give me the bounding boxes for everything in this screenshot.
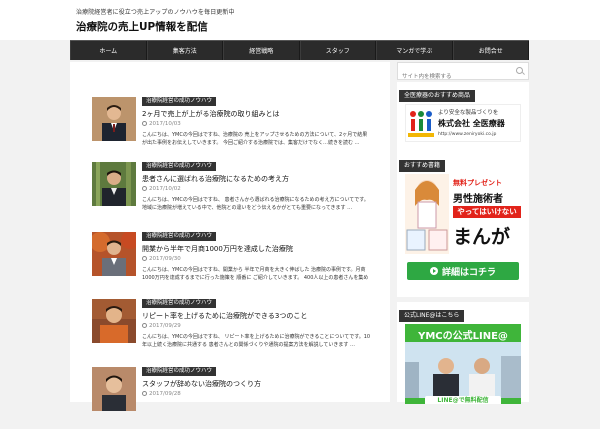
clock-icon [142, 121, 147, 126]
post-thumbnail[interactable] [92, 97, 136, 141]
clock-icon [142, 186, 147, 191]
nav-item-home[interactable]: ホーム [70, 41, 147, 60]
manga-cta-button[interactable]: 詳細はコチラ [407, 262, 519, 280]
post-date: 2017/09/29 [142, 323, 181, 329]
nav-item-staff[interactable]: スタッフ [299, 41, 376, 60]
arrow-right-icon [429, 267, 438, 275]
post-date: 2017/10/03 [142, 121, 181, 127]
post-title[interactable]: スタッフが辞めない治療院のつくり方 [142, 379, 382, 389]
manga-illustration-icon [405, 174, 449, 254]
post-list: 治療院経営の成功ノウハウ 2ヶ月で売上が上がる治療院の取り組みとは 2017/1… [70, 62, 390, 411]
search-box [397, 62, 529, 85]
clock-icon [142, 391, 147, 396]
category-badge[interactable]: 治療院経営の成功ノウハウ [142, 299, 217, 308]
manga-banner[interactable]: 無料プレゼント 男性施術者 やってはいけない まんが 詳細はコチラ [405, 174, 521, 296]
manga-free-label: 無料プレゼント [453, 179, 502, 187]
post-thumbnail[interactable] [92, 162, 136, 206]
site-title[interactable]: 治療院の売上UP情報を配信 [76, 19, 208, 34]
company-logo-icon [408, 111, 434, 137]
list-item: 治療院経営の成功ノウハウ 患者さんに選ばれる治療院になるための考え方 2017/… [92, 162, 382, 224]
manga-cta-label: 詳細はコチラ [441, 267, 496, 278]
clock-icon [142, 256, 147, 261]
nav-item-strategy[interactable]: 経営戦略 [223, 41, 300, 60]
widget-title: おすすめ書籍 [399, 160, 446, 172]
line-banner-photo-icon [405, 342, 521, 398]
list-item: 治療院経営の成功ノウハウ リピート率を上げるために治療院ができる3つのこと 20… [92, 299, 382, 361]
list-item: 治療院経営の成功ノウハウ 2ヶ月で売上が上がる治療院の取り組みとは 2017/1… [92, 97, 382, 159]
post-title[interactable]: リピート率を上げるために治療院ができる3つのこと [142, 311, 382, 321]
post-date-text: 2017/10/02 [149, 186, 181, 192]
sponsor-line1: より安全な製品づくりを [438, 110, 499, 116]
post-date-text: 2017/09/29 [149, 323, 181, 329]
post-excerpt: こんにちは、YMCの今回はですね、 患者さんから選ばれる治療院になるための考え方… [142, 197, 369, 211]
post-excerpt: こんにちは、YMCの今回はですね、治療院の 売上をアップさせるための方法について… [142, 132, 368, 146]
site-tagline: 治療院経営者に役立つ売上アップのノウハウを毎日更新中 [76, 9, 235, 16]
search-icon[interactable] [516, 67, 523, 74]
manga-headline1: 男性施術者 [453, 194, 503, 205]
manga-big-title: まんが [453, 226, 511, 248]
main-nav: ホーム 集客方法 経営戦略 スタッフ マンガで学ぶ お問合せ [70, 40, 529, 60]
clock-icon [142, 323, 147, 328]
nav-item-marketing[interactable]: 集客方法 [146, 41, 223, 60]
nav-item-manga[interactable]: マンガで学ぶ [376, 41, 453, 60]
widget-title: 公式LINE@はこちら [399, 310, 465, 322]
category-badge[interactable]: 治療院経営の成功ノウハウ [142, 232, 217, 241]
post-date-text: 2017/09/28 [149, 391, 181, 397]
manga-widget: おすすめ書籍 無料プレゼント 男性施術者 やってはいけない まんが 詳細はコチラ [397, 152, 529, 297]
post-date: 2017/09/30 [142, 256, 181, 262]
list-item: 治療院経営の成功ノウハウ 開業から半年で月商1000万円を達成した治療院 201… [92, 232, 382, 294]
post-excerpt: こんにちは、YMCの今回はですね、 リピート率を上げるために治療院ができることに… [142, 334, 371, 348]
widget-title: 全医療器のおすすめ商品 [399, 90, 476, 102]
list-item: 治療院経営の成功ノウハウ スタッフが辞めない治療院のつくり方 2017/09/2… [92, 367, 382, 429]
category-badge[interactable]: 治療院経営の成功ノウハウ [142, 162, 217, 171]
post-date: 2017/10/02 [142, 186, 181, 192]
category-badge[interactable]: 治療院経営の成功ノウハウ [142, 367, 217, 376]
category-badge[interactable]: 治療院経営の成功ノウハウ [142, 97, 217, 106]
sponsor-widget: 全医療器のおすすめ商品 より安全な製品づくりを 株式会社 全医療器 http:/… [397, 82, 529, 162]
line-banner-heading: YMCの公式LINE@ [418, 331, 508, 342]
post-title[interactable]: 患者さんに選ばれる治療院になるための考え方 [142, 174, 382, 184]
post-thumbnail[interactable] [92, 232, 136, 276]
post-thumbnail[interactable] [92, 299, 136, 343]
post-title[interactable]: 2ヶ月で売上が上がる治療院の取り組みとは [142, 109, 382, 119]
post-excerpt [142, 401, 372, 417]
line-widget: 公式LINE@はこちら YMCの公式LINE@ LINE@で無料配信 [397, 302, 529, 404]
post-thumbnail[interactable] [92, 367, 136, 411]
sponsor-company: 株式会社 全医療器 [438, 119, 505, 128]
post-date-text: 2017/10/03 [149, 121, 181, 127]
sponsor-banner[interactable]: より安全な製品づくりを 株式会社 全医療器 http://www.zeniryo… [405, 104, 521, 142]
post-title[interactable]: 開業から半年で月商1000万円を達成した治療院 [142, 244, 382, 254]
nav-item-contact[interactable]: お問合せ [452, 41, 529, 60]
sponsor-url: http://www.zeniryoki.co.jp [438, 132, 497, 137]
line-banner[interactable]: YMCの公式LINE@ LINE@で無料配信 [405, 324, 521, 404]
line-banner-sub: LINE@で無料配信 [425, 396, 501, 404]
post-excerpt: こんにちは、YMCの今回はですね、開業から 半年で月商を大きく伸ばした 治療院の… [142, 267, 369, 281]
manga-headline2: やってはいけない [453, 206, 521, 218]
site-header: 治療院経営者に役立つ売上アップのノウハウを毎日更新中 治療院の売上UP情報を配信 [0, 0, 600, 40]
post-date: 2017/09/28 [142, 391, 181, 397]
post-date-text: 2017/09/30 [149, 256, 181, 262]
